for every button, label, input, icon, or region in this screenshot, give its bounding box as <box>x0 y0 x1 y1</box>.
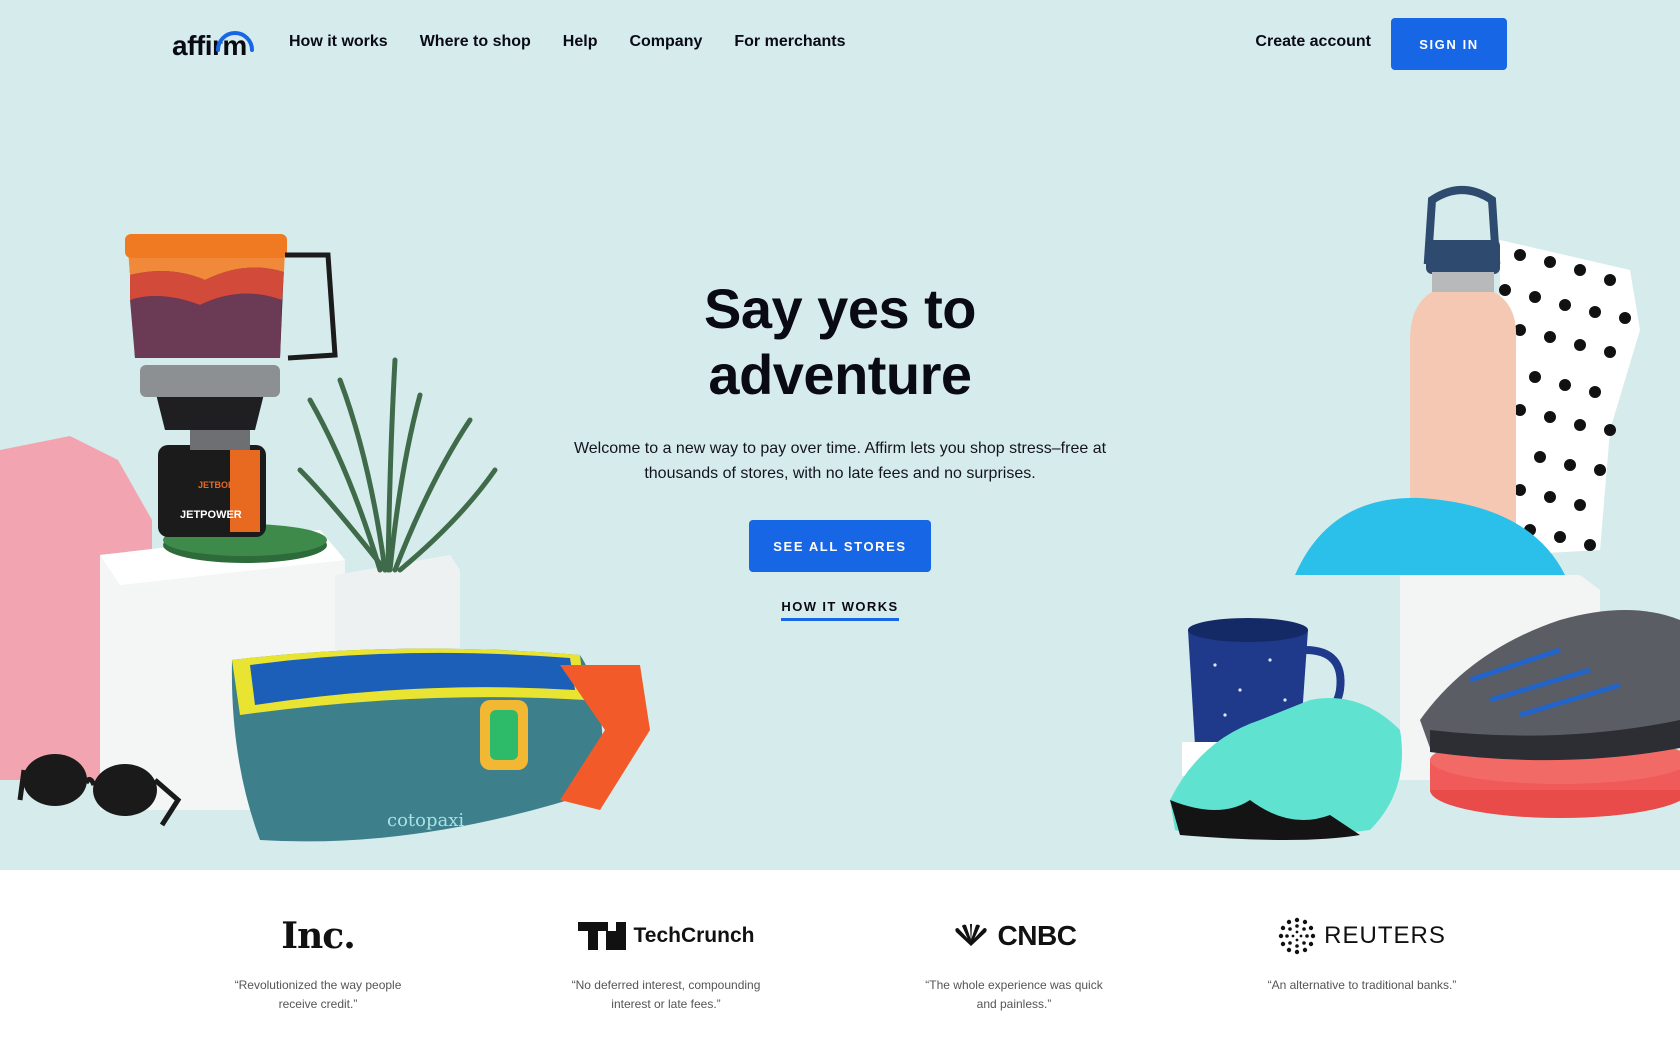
primary-nav-links: How it works Where to shop Help Company … <box>289 33 846 51</box>
press-item-cnbc: CNBC “The whole experience was quick and… <box>884 914 1144 1014</box>
top-nav: affirm How it works Where to shop Help C… <box>0 0 1680 90</box>
create-account-link[interactable]: Create account <box>1255 33 1371 51</box>
nav-how-it-works[interactable]: How it works <box>289 33 388 51</box>
inc-logo-text: Inc. <box>281 915 355 957</box>
see-all-stores-button[interactable]: SEE ALL STORES <box>749 520 931 572</box>
techcrunch-quote: “No deferred interest, compounding inter… <box>571 978 761 1011</box>
techcrunch-logo-text: TechCrunch <box>633 924 755 947</box>
nav-where-to-shop[interactable]: Where to shop <box>420 33 531 51</box>
nav-help[interactable]: Help <box>563 33 598 51</box>
right-product-illustration <box>1170 186 1680 840</box>
inc-logo: Inc. <box>188 914 448 958</box>
techcrunch-mark-icon <box>577 922 626 950</box>
logo-arc-icon <box>216 31 254 52</box>
reuters-logo: REUTERS <box>1232 914 1492 958</box>
headline-line-1: Say yes to <box>703 277 977 340</box>
cnbc-peacock-icon <box>954 924 987 946</box>
how-it-works-link-wrapper: HOW IT WORKS <box>0 599 1680 621</box>
headline-line-2: adventure <box>708 343 972 406</box>
hero-section: JETBOIL JETPOWER cotopaxi affirm How it … <box>0 0 1680 870</box>
hero-headline: Say yes to adventure <box>0 276 1680 408</box>
nav-for-merchants[interactable]: For merchants <box>734 33 845 51</box>
techcrunch-logo: TechCrunch <box>536 914 796 958</box>
press-item-reuters: REUTERS “An alternative to traditional b… <box>1232 914 1492 995</box>
nav-company[interactable]: Company <box>629 33 702 51</box>
reuters-quote: “An alternative to traditional banks.” <box>1267 978 1457 992</box>
reuters-logo-text: REUTERS <box>1324 922 1446 949</box>
cnbc-logo-text: CNBC <box>997 920 1077 951</box>
press-item-techcrunch: TechCrunch “No deferred interest, compou… <box>536 914 796 1014</box>
press-item-inc: Inc. “Revolutionized the way people rece… <box>188 914 448 1014</box>
inc-quote: “Revolutionized the way people receive c… <box>234 978 402 1011</box>
hero-subtext: Welcome to a new way to pay over time. A… <box>573 440 1107 482</box>
how-it-works-link[interactable]: HOW IT WORKS <box>781 599 899 621</box>
press-section: Inc. “Revolutionized the way people rece… <box>0 870 1680 1050</box>
sign-in-button[interactable]: SIGN IN <box>1391 18 1507 70</box>
cnbc-logo: CNBC <box>884 914 1144 958</box>
cnbc-quote: “The whole experience was quick and pain… <box>925 978 1103 1011</box>
affirm-logo[interactable]: affirm <box>172 18 262 62</box>
reuters-dots-icon <box>1278 917 1316 955</box>
